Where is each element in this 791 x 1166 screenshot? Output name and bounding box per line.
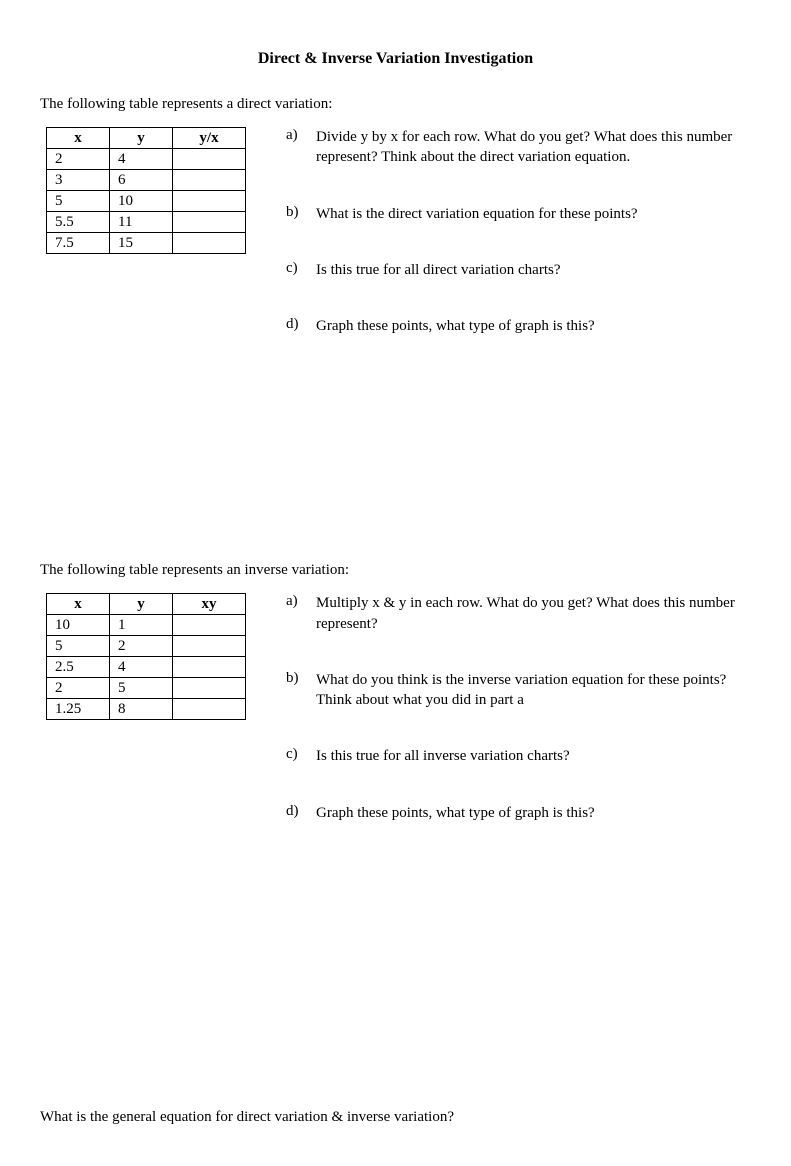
table-row: 2.5 4 <box>47 657 246 678</box>
cell: 7.5 <box>47 233 110 254</box>
q-label: c) <box>286 746 306 763</box>
cell <box>173 657 246 678</box>
cell: 8 <box>110 699 173 720</box>
inverse-table-wrap: x y xy 10 1 5 2 2.5 4 2 5 <box>46 593 246 720</box>
header-x: x <box>47 594 110 615</box>
section2-questions: a) Multiply x & y in each row. What do y… <box>286 593 751 859</box>
final-question: What is the general equation for direct … <box>40 1109 751 1126</box>
question-d: d) Graph these points, what type of grap… <box>286 803 751 823</box>
q-label: a) <box>286 593 306 610</box>
question-b: b) What is the direct variation equation… <box>286 204 751 224</box>
cell: 1.25 <box>47 699 110 720</box>
cell <box>173 170 246 191</box>
table-header-row: x y y/x <box>47 128 246 149</box>
inverse-variation-table: x y xy 10 1 5 2 2.5 4 2 5 <box>46 593 246 720</box>
q-label: b) <box>286 204 306 221</box>
cell: 5 <box>110 678 173 699</box>
table-row: 10 1 <box>47 615 246 636</box>
cell: 10 <box>110 191 173 212</box>
q-text: Is this true for all inverse variation c… <box>316 746 751 766</box>
q-text: Graph these points, what type of graph i… <box>316 316 751 336</box>
table-header-row: x y xy <box>47 594 246 615</box>
cell: 2 <box>110 636 173 657</box>
section2: x y xy 10 1 5 2 2.5 4 2 5 <box>40 593 751 859</box>
cell <box>173 615 246 636</box>
cell <box>173 212 246 233</box>
cell <box>173 149 246 170</box>
section1-intro: The following table represents a direct … <box>40 96 751 113</box>
q-text: Graph these points, what type of graph i… <box>316 803 751 823</box>
direct-variation-table: x y y/x 2 4 3 6 5 10 5.5 11 <box>46 127 246 254</box>
cell <box>173 636 246 657</box>
page-title: Direct & Inverse Variation Investigation <box>40 50 751 68</box>
cell <box>173 699 246 720</box>
q-label: b) <box>286 670 306 687</box>
header-xy: xy <box>173 594 246 615</box>
question-a: a) Divide y by x for each row. What do y… <box>286 127 751 168</box>
cell: 5.5 <box>47 212 110 233</box>
q-text: Is this true for all direct variation ch… <box>316 260 751 280</box>
cell <box>173 191 246 212</box>
table-row: 5 2 <box>47 636 246 657</box>
cell: 1 <box>110 615 173 636</box>
table-row: 2 5 <box>47 678 246 699</box>
q-label: d) <box>286 316 306 333</box>
cell: 3 <box>47 170 110 191</box>
header-y: y <box>110 128 173 149</box>
q-label: d) <box>286 803 306 820</box>
section1: x y y/x 2 4 3 6 5 10 5.5 11 <box>40 127 751 372</box>
table-row: 5.5 11 <box>47 212 246 233</box>
q-label: a) <box>286 127 306 144</box>
cell: 2 <box>47 678 110 699</box>
header-y: y <box>110 594 173 615</box>
cell: 11 <box>110 212 173 233</box>
question-a: a) Multiply x & y in each row. What do y… <box>286 593 751 634</box>
spacer <box>40 412 751 562</box>
cell: 6 <box>110 170 173 191</box>
cell <box>173 678 246 699</box>
header-yx: y/x <box>173 128 246 149</box>
q-text: What do you think is the inverse variati… <box>316 670 751 711</box>
cell: 10 <box>47 615 110 636</box>
question-c: c) Is this true for all inverse variatio… <box>286 746 751 766</box>
spacer <box>40 899 751 1109</box>
header-x: x <box>47 128 110 149</box>
cell: 5 <box>47 636 110 657</box>
table-row: 3 6 <box>47 170 246 191</box>
cell: 15 <box>110 233 173 254</box>
q-text: Divide y by x for each row. What do you … <box>316 127 751 168</box>
section2-intro: The following table represents an invers… <box>40 562 751 579</box>
table-row: 2 4 <box>47 149 246 170</box>
section1-questions: a) Divide y by x for each row. What do y… <box>286 127 751 372</box>
cell: 2.5 <box>47 657 110 678</box>
cell: 2 <box>47 149 110 170</box>
q-text: What is the direct variation equation fo… <box>316 204 751 224</box>
q-text: Multiply x & y in each row. What do you … <box>316 593 751 634</box>
cell: 4 <box>110 149 173 170</box>
question-c: c) Is this true for all direct variation… <box>286 260 751 280</box>
table-row: 7.5 15 <box>47 233 246 254</box>
q-label: c) <box>286 260 306 277</box>
direct-table-wrap: x y y/x 2 4 3 6 5 10 5.5 11 <box>46 127 246 254</box>
question-d: d) Graph these points, what type of grap… <box>286 316 751 336</box>
question-b: b) What do you think is the inverse vari… <box>286 670 751 711</box>
cell: 5 <box>47 191 110 212</box>
table-row: 5 10 <box>47 191 246 212</box>
table-row: 1.25 8 <box>47 699 246 720</box>
cell <box>173 233 246 254</box>
cell: 4 <box>110 657 173 678</box>
